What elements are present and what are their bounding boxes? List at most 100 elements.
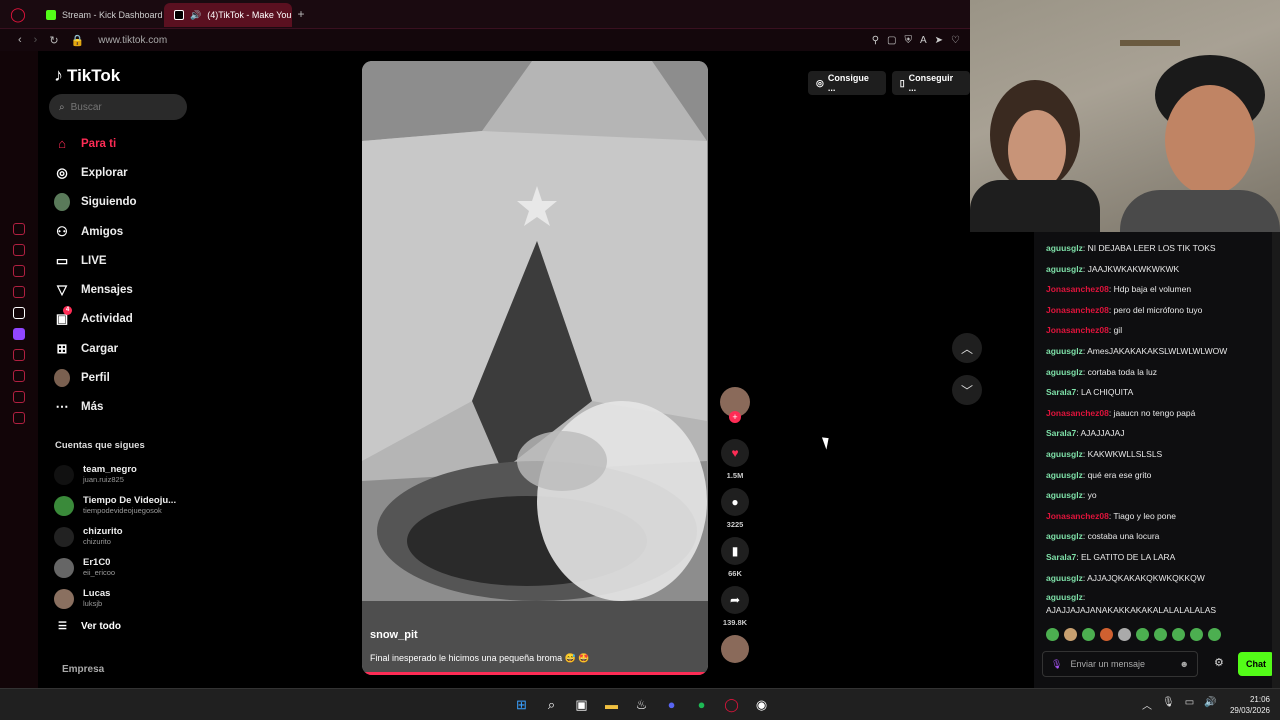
emote-icon[interactable] — [1172, 628, 1185, 641]
chat-username[interactable]: Sarala7 — [1046, 552, 1076, 562]
obs-icon[interactable]: ◉ — [752, 695, 771, 714]
previous-video-button[interactable]: ︿ — [952, 333, 982, 363]
chat-username[interactable]: aguusglz — [1046, 367, 1083, 377]
heart-icon[interactable]: ♡ — [951, 35, 960, 46]
back-icon[interactable]: ‹ — [18, 34, 22, 47]
next-video-button[interactable]: ﹀ — [952, 375, 982, 405]
sidebar-app-icon[interactable] — [13, 244, 25, 256]
file-explorer-icon[interactable]: ▬ — [602, 695, 621, 714]
following-account[interactable]: chizurito chizurito — [54, 521, 176, 552]
chat-username[interactable]: Jonasanchez08 — [1046, 325, 1109, 335]
translate-icon[interactable]: A — [920, 35, 927, 46]
nav-item-mensajes[interactable]: ▽ Mensajes — [54, 275, 137, 304]
chat-username[interactable]: aguusglz — [1046, 490, 1083, 500]
search-icon[interactable]: ⌕ — [542, 695, 561, 714]
get-coins-button[interactable]: ◎ Consigue ... — [808, 71, 886, 95]
twitch-icon[interactable] — [13, 328, 25, 340]
sidebar-app-icon[interactable] — [13, 307, 25, 319]
sidebar-app-icon[interactable] — [13, 370, 25, 382]
chat-scrollbar[interactable] — [1272, 232, 1280, 688]
steam-icon[interactable]: ♨ — [632, 695, 651, 714]
windows-start-icon[interactable]: ⊞ — [512, 695, 531, 714]
sidebar-app-icon[interactable] — [13, 286, 25, 298]
creator-avatar[interactable]: + — [720, 387, 750, 423]
settings-icon[interactable] — [13, 412, 25, 424]
see-all-button[interactable]: ☰ Ver todo — [58, 621, 121, 632]
shield-icon[interactable]: ⛨ — [904, 35, 912, 46]
chat-username[interactable]: aguusglz — [1046, 573, 1083, 583]
emote-icon[interactable] — [1100, 628, 1113, 641]
mic-icon[interactable]: 🎙 — [1051, 659, 1062, 670]
tiktok-logo[interactable]: ♪ TikTok — [54, 65, 120, 86]
clock[interactable]: 21:06 29/03/2026 — [1226, 694, 1270, 716]
discord-icon[interactable]: ● — [662, 695, 681, 714]
sidebar-app-icon[interactable] — [13, 223, 25, 235]
nav-item-mas[interactable]: ⋯ Más — [54, 393, 137, 422]
emoji-icon[interactable]: ☻ — [1180, 659, 1189, 669]
video-username[interactable]: snow_pit — [370, 629, 418, 641]
chat-username[interactable]: Sarala7 — [1046, 387, 1076, 397]
nav-item-siguiendo[interactable]: Siguiendo — [54, 188, 137, 217]
nav-item-perfil[interactable]: Perfil — [54, 363, 137, 392]
like-button[interactable]: ♥ — [721, 439, 749, 467]
video-progress-bar[interactable] — [362, 672, 708, 675]
send-icon[interactable]: ➤ — [935, 35, 943, 46]
emote-icon[interactable] — [1190, 628, 1203, 641]
url-field[interactable]: www.tiktok.com — [98, 35, 167, 46]
save-button[interactable]: ▮ — [721, 537, 749, 565]
reload-icon[interactable]: ↻ — [49, 34, 58, 47]
chat-username[interactable]: aguusglz — [1046, 592, 1083, 602]
sidebar-app-icon[interactable] — [13, 265, 25, 277]
task-view-icon[interactable]: ▣ — [572, 695, 591, 714]
following-account[interactable]: Tiempo De Videoju... tiempodevideojuegoso… — [54, 490, 176, 521]
chat-input[interactable]: 🎙 Enviar un mensaje ☻ — [1042, 651, 1198, 677]
following-account[interactable]: Er1C0 eii_ericoo — [54, 552, 176, 583]
network-icon[interactable]: ▭ — [1185, 697, 1194, 712]
opera-gx-icon[interactable]: ◯ — [722, 695, 741, 714]
chat-username[interactable]: Sarala7 — [1046, 428, 1076, 438]
nav-item-para-ti[interactable]: ⌂ Para ti — [54, 129, 137, 158]
chat-username[interactable]: Jonasanchez08 — [1046, 284, 1109, 294]
get-app-button[interactable]: ▯ Conseguir ... — [891, 71, 970, 95]
following-account[interactable]: Lucas luksjb — [54, 583, 176, 614]
emote-icon[interactable] — [1064, 628, 1077, 641]
video-player[interactable]: snow_pit Final inesperado le hicimos una… — [362, 61, 708, 675]
search-input[interactable] — [70, 101, 171, 113]
opera-logo-icon[interactable]: ◯ — [0, 0, 36, 29]
chat-username[interactable]: aguusglz — [1046, 449, 1083, 459]
nav-item-explorar[interactable]: ◎ Explorar — [54, 158, 137, 187]
search-box[interactable]: ⌕ — [49, 94, 187, 120]
nav-item-live[interactable]: ▭ LIVE — [54, 246, 137, 275]
comment-button[interactable]: ● — [721, 488, 749, 516]
chat-username[interactable]: Jonasanchez08 — [1046, 511, 1109, 521]
chat-username[interactable]: Jonasanchez08 — [1046, 305, 1109, 315]
nav-item-actividad[interactable]: ▣ 4 Actividad — [54, 305, 137, 334]
footer-link[interactable]: Empresa — [62, 664, 104, 675]
chevron-up-icon[interactable]: ︿ — [1142, 697, 1152, 712]
chat-username[interactable]: Jonasanchez08 — [1046, 408, 1109, 418]
sidebar-app-icon[interactable] — [13, 349, 25, 361]
emote-icon[interactable] — [1154, 628, 1167, 641]
emote-icon[interactable] — [1046, 628, 1059, 641]
pin-icon[interactable]: ⚲ — [872, 35, 879, 46]
chat-username[interactable]: aguusglz — [1046, 243, 1083, 253]
new-tab-button[interactable]: + — [292, 7, 310, 21]
share-button[interactable]: ➦ — [721, 586, 749, 614]
nav-item-cargar[interactable]: ⊞ Cargar — [54, 334, 137, 363]
tab-kick-dashboard[interactable]: Stream - Kick Dashboard — [36, 3, 164, 27]
sidebar-app-icon[interactable] — [13, 391, 25, 403]
emote-icon[interactable] — [1082, 628, 1095, 641]
chat-username[interactable]: aguusglz — [1046, 470, 1083, 480]
nav-item-amigos[interactable]: ⚇ Amigos — [54, 217, 137, 246]
volume-icon[interactable]: 🔊 — [1204, 697, 1216, 712]
emote-icon[interactable] — [1136, 628, 1149, 641]
follow-plus-icon[interactable]: + — [729, 411, 741, 423]
chat-username[interactable]: aguusglz — [1046, 531, 1083, 541]
emote-icon[interactable] — [1208, 628, 1221, 641]
emote-icon[interactable] — [1118, 628, 1131, 641]
spotify-icon[interactable]: ● — [692, 695, 711, 714]
chat-settings-icon[interactable]: ⚙ — [1214, 656, 1224, 669]
tab-tiktok[interactable]: 🔊 (4)TikTok - Make You — [164, 3, 292, 27]
music-disc-icon[interactable] — [721, 635, 749, 663]
snapshot-icon[interactable]: ▢ — [887, 35, 896, 46]
